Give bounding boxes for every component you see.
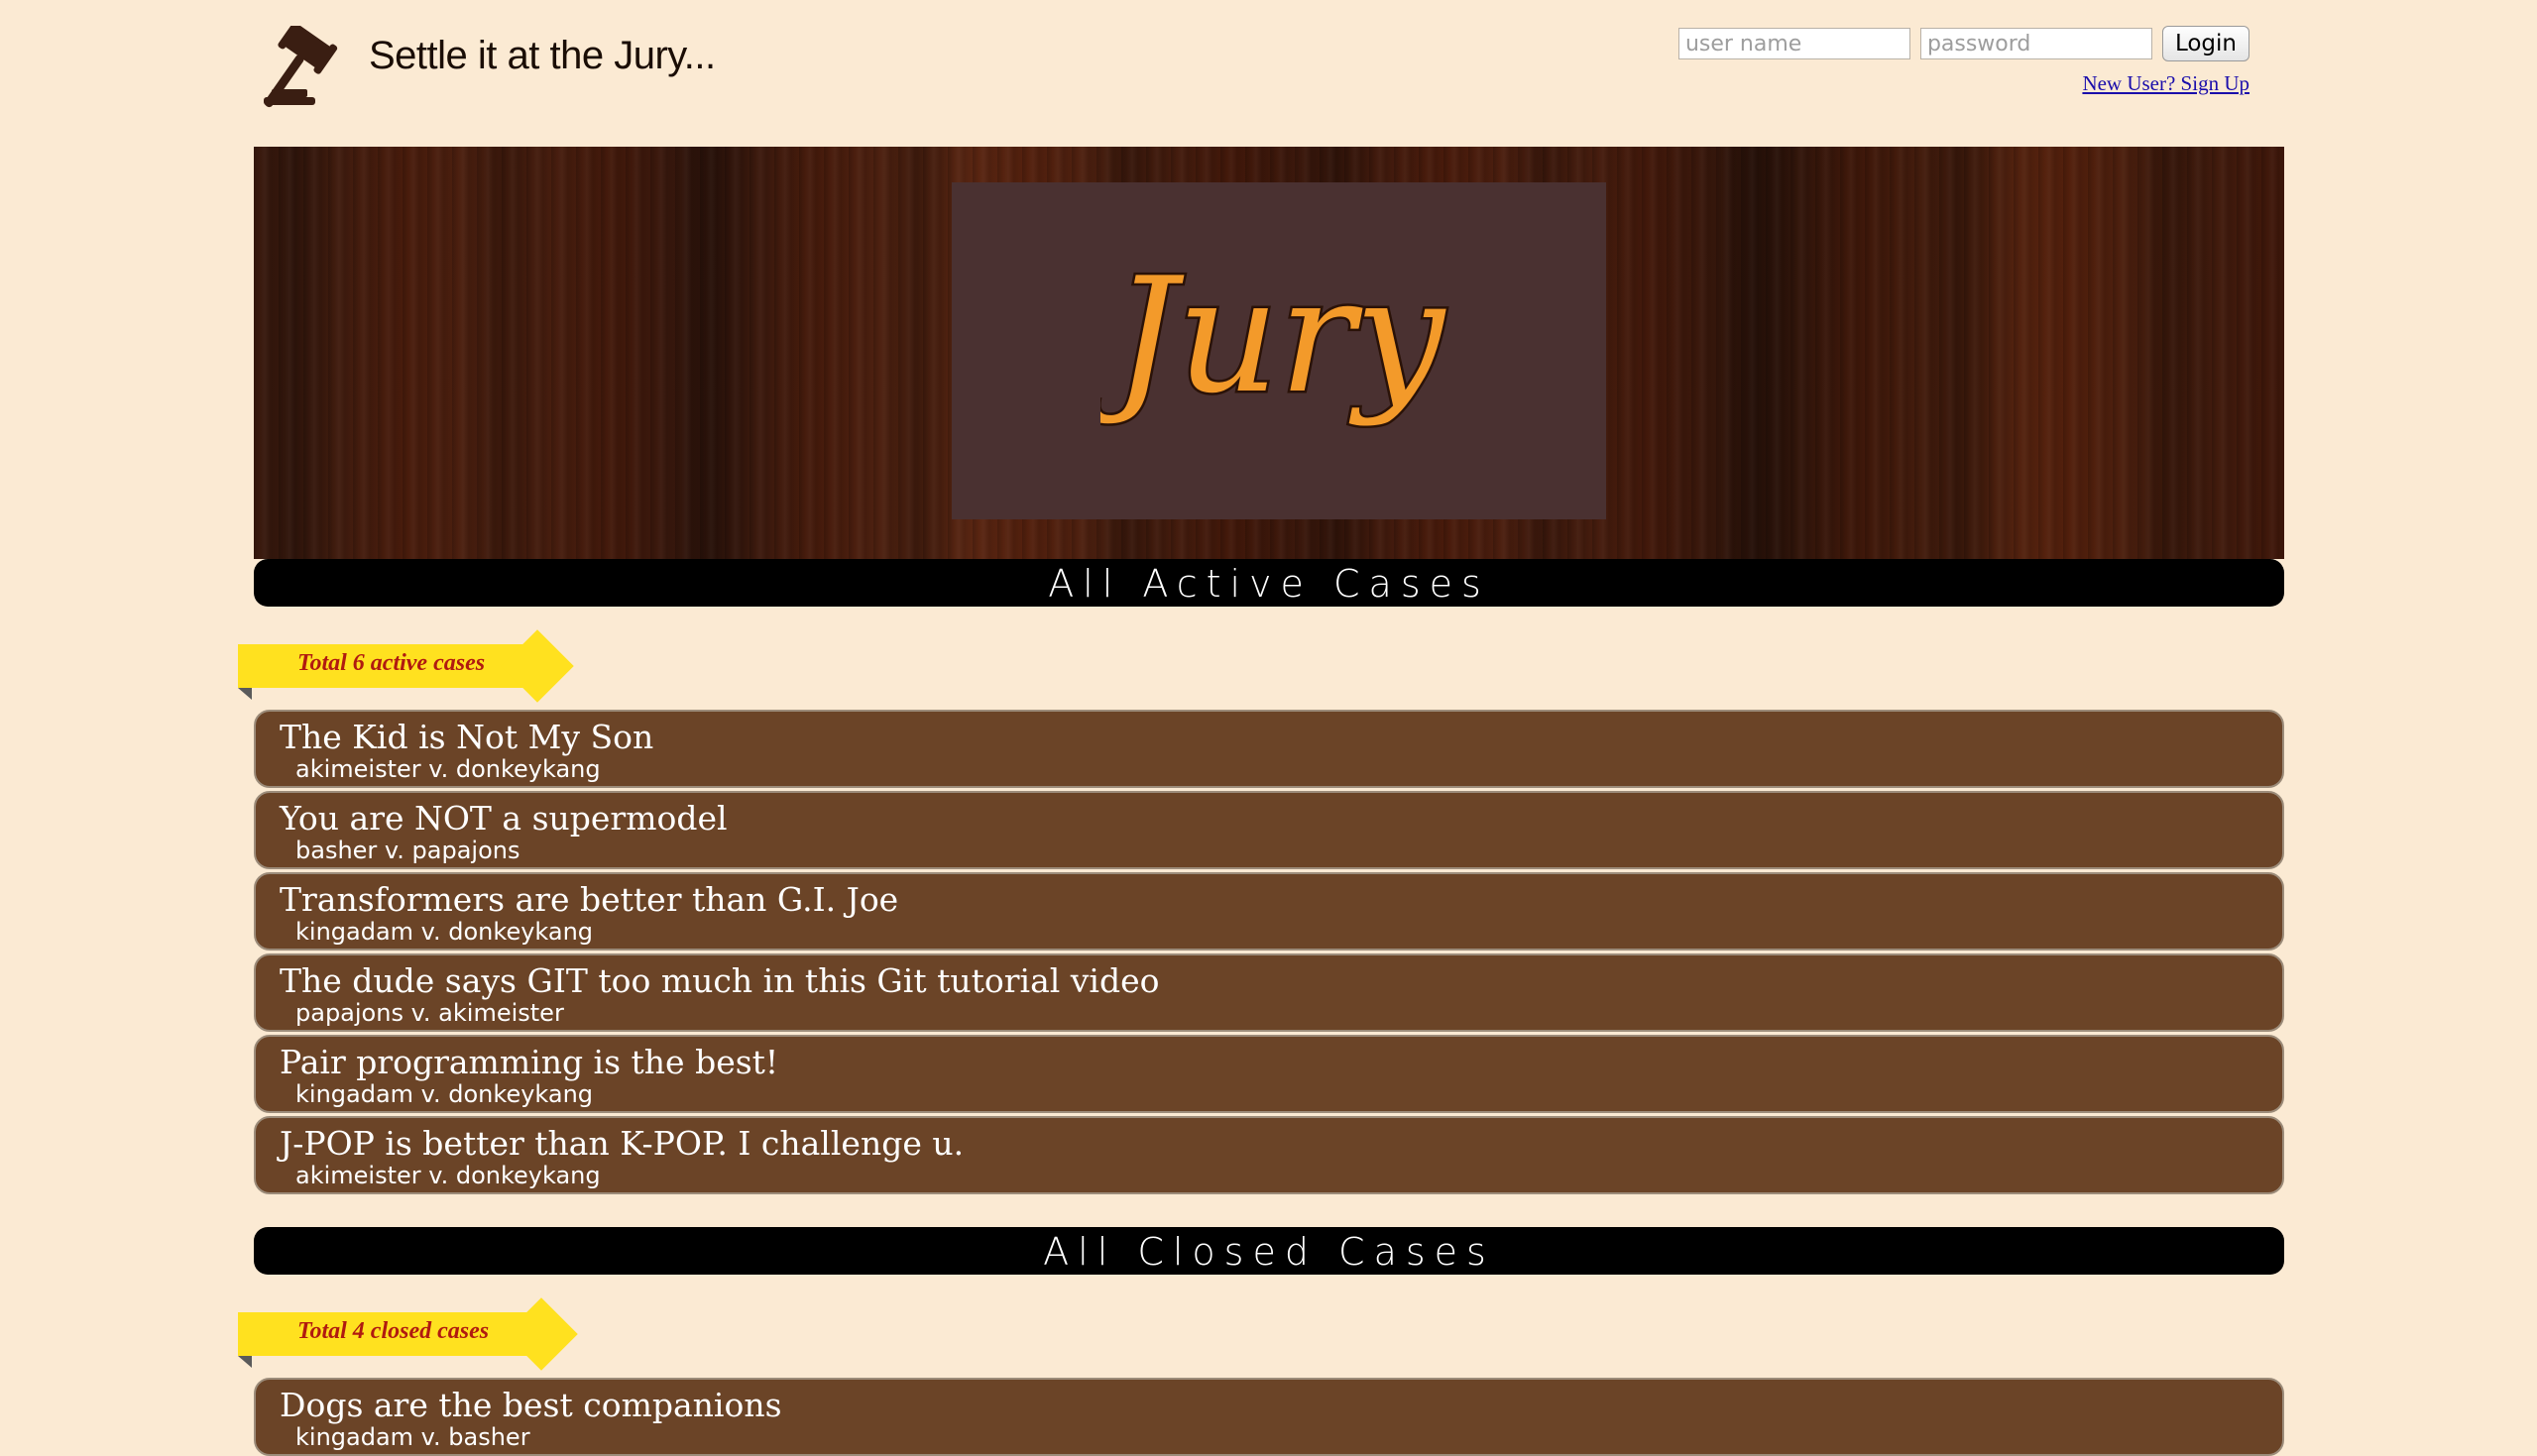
case-parties: kingadam v. donkeykang [295, 918, 594, 946]
header: Settle it at the Jury... Login New User?… [254, 0, 2284, 147]
case-title: Pair programming is the best! [280, 1043, 779, 1081]
password-input[interactable] [1919, 28, 2152, 59]
case-item[interactable]: Dogs are the best companions kingadam v.… [254, 1378, 2284, 1456]
banner: Jury [254, 147, 2284, 559]
case-title: The Kid is Not My Son [280, 718, 654, 756]
case-parties: papajons v. akimeister [295, 999, 564, 1027]
case-parties: kingadam v. basher [295, 1423, 530, 1451]
banner-logo-box: Jury [952, 182, 1606, 519]
case-item[interactable]: The dude says GIT too much in this Git t… [254, 953, 2284, 1032]
closed-cases-header: All Closed Cases [254, 1227, 2284, 1275]
jury-logo: Jury [1100, 242, 1449, 431]
case-parties: akimeister v. donkeykang [295, 755, 601, 783]
case-title: Dogs are the best companions [280, 1386, 782, 1424]
case-item[interactable]: Pair programming is the best! kingadam v… [254, 1035, 2284, 1113]
case-title: You are NOT a supermodel [280, 799, 728, 838]
closed-case-list: Dogs are the best companions kingadam v.… [254, 1378, 2284, 1456]
case-title: The dude says GIT too much in this Git t… [280, 961, 1160, 1000]
login-form: Login [1677, 26, 2249, 61]
case-parties: basher v. papajons [295, 837, 520, 864]
jury-logo-text: Jury [1100, 243, 1447, 428]
active-cases-header: All Active Cases [254, 559, 2284, 607]
active-case-list: The Kid is Not My Son akimeister v. donk… [254, 710, 2284, 1194]
case-parties: akimeister v. donkeykang [295, 1162, 601, 1189]
username-input[interactable] [1677, 28, 1910, 59]
signup-link[interactable]: New User? Sign Up [2082, 71, 2249, 96]
gavel-icon [264, 26, 338, 108]
site-logo[interactable]: Settle it at the Jury... [262, 26, 716, 115]
closed-count-ribbon: Total 4 closed cases [238, 1275, 2284, 1378]
site-title: Settle it at the Jury... [369, 33, 716, 77]
case-item[interactable]: J-POP is better than K-POP. I challenge … [254, 1116, 2284, 1194]
case-title: Transformers are better than G.I. Joe [280, 880, 899, 919]
case-title: J-POP is better than K-POP. I challenge … [280, 1124, 965, 1163]
case-item[interactable]: You are NOT a supermodel basher v. papaj… [254, 791, 2284, 869]
case-item[interactable]: The Kid is Not My Son akimeister v. donk… [254, 710, 2284, 788]
case-item[interactable]: Transformers are better than G.I. Joe ki… [254, 872, 2284, 951]
page: Settle it at the Jury... Login New User?… [238, 0, 2284, 1456]
active-count-label: Total 6 active cases [297, 650, 486, 676]
case-parties: kingadam v. donkeykang [295, 1080, 594, 1108]
login-button[interactable]: Login [2161, 26, 2249, 61]
closed-count-label: Total 4 closed cases [297, 1318, 490, 1344]
active-count-ribbon: Total 6 active cases [238, 607, 2284, 710]
